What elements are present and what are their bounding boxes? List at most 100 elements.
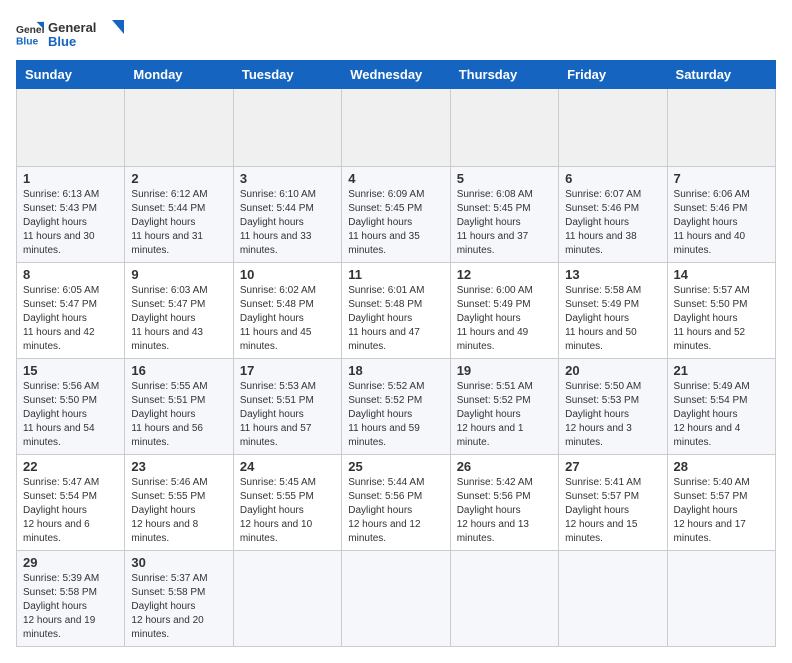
cell-content: Sunrise: 5:55 AM Sunset: 5:51 PM Dayligh… <box>131 380 226 450</box>
calendar-cell: 17 Sunrise: 5:53 AM Sunset: 5:51 PM Dayl… <box>233 359 341 455</box>
calendar-cell: 7 Sunrise: 6:06 AM Sunset: 5:46 PM Dayli… <box>667 167 775 263</box>
day-header-thursday: Thursday <box>450 61 558 89</box>
day-number: 20 <box>565 363 660 378</box>
week-row-1 <box>17 89 776 167</box>
day-number: 14 <box>674 267 769 282</box>
day-header-wednesday: Wednesday <box>342 61 450 89</box>
calendar-cell: 2 Sunrise: 6:12 AM Sunset: 5:44 PM Dayli… <box>125 167 233 263</box>
day-number: 7 <box>674 171 769 186</box>
cell-content: Sunrise: 6:13 AM Sunset: 5:43 PM Dayligh… <box>23 188 118 258</box>
calendar-cell <box>233 551 341 647</box>
cell-content: Sunrise: 5:44 AM Sunset: 5:56 PM Dayligh… <box>348 476 443 546</box>
calendar-cell: 8 Sunrise: 6:05 AM Sunset: 5:47 PM Dayli… <box>17 263 125 359</box>
calendar-cell: 19 Sunrise: 5:51 AM Sunset: 5:52 PM Dayl… <box>450 359 558 455</box>
calendar-cell: 9 Sunrise: 6:03 AM Sunset: 5:47 PM Dayli… <box>125 263 233 359</box>
day-number: 29 <box>23 555 118 570</box>
logo-icon: General Blue <box>16 20 44 48</box>
day-header-friday: Friday <box>559 61 667 89</box>
calendar-cell: 26 Sunrise: 5:42 AM Sunset: 5:56 PM Dayl… <box>450 455 558 551</box>
calendar-cell: 24 Sunrise: 5:45 AM Sunset: 5:55 PM Dayl… <box>233 455 341 551</box>
calendar-cell <box>450 551 558 647</box>
svg-text:Blue: Blue <box>16 36 39 47</box>
calendar-cell <box>125 89 233 167</box>
calendar-cell: 25 Sunrise: 5:44 AM Sunset: 5:56 PM Dayl… <box>342 455 450 551</box>
day-number: 10 <box>240 267 335 282</box>
calendar-cell: 1 Sunrise: 6:13 AM Sunset: 5:43 PM Dayli… <box>17 167 125 263</box>
day-number: 24 <box>240 459 335 474</box>
day-number: 30 <box>131 555 226 570</box>
day-number: 4 <box>348 171 443 186</box>
day-header-sunday: Sunday <box>17 61 125 89</box>
cell-content: Sunrise: 5:56 AM Sunset: 5:50 PM Dayligh… <box>23 380 118 450</box>
cell-content: Sunrise: 5:39 AM Sunset: 5:58 PM Dayligh… <box>23 572 118 642</box>
calendar-cell: 13 Sunrise: 5:58 AM Sunset: 5:49 PM Dayl… <box>559 263 667 359</box>
cell-content: Sunrise: 6:07 AM Sunset: 5:46 PM Dayligh… <box>565 188 660 258</box>
calendar-cell <box>559 89 667 167</box>
general-blue-logo: General Blue <box>48 16 128 52</box>
day-number: 23 <box>131 459 226 474</box>
day-number: 6 <box>565 171 660 186</box>
calendar-cell: 15 Sunrise: 5:56 AM Sunset: 5:50 PM Dayl… <box>17 359 125 455</box>
cell-content: Sunrise: 5:51 AM Sunset: 5:52 PM Dayligh… <box>457 380 552 450</box>
cell-content: Sunrise: 6:05 AM Sunset: 5:47 PM Dayligh… <box>23 284 118 354</box>
calendar-cell: 12 Sunrise: 6:00 AM Sunset: 5:49 PM Dayl… <box>450 263 558 359</box>
calendar-cell: 10 Sunrise: 6:02 AM Sunset: 5:48 PM Dayl… <box>233 263 341 359</box>
calendar-cell: 30 Sunrise: 5:37 AM Sunset: 5:58 PM Dayl… <box>125 551 233 647</box>
cell-content: Sunrise: 5:52 AM Sunset: 5:52 PM Dayligh… <box>348 380 443 450</box>
cell-content: Sunrise: 6:08 AM Sunset: 5:45 PM Dayligh… <box>457 188 552 258</box>
day-number: 15 <box>23 363 118 378</box>
cell-content: Sunrise: 5:46 AM Sunset: 5:55 PM Dayligh… <box>131 476 226 546</box>
calendar-cell: 23 Sunrise: 5:46 AM Sunset: 5:55 PM Dayl… <box>125 455 233 551</box>
calendar-cell: 29 Sunrise: 5:39 AM Sunset: 5:58 PM Dayl… <box>17 551 125 647</box>
cell-content: Sunrise: 5:42 AM Sunset: 5:56 PM Dayligh… <box>457 476 552 546</box>
calendar-cell <box>667 89 775 167</box>
cell-content: Sunrise: 5:47 AM Sunset: 5:54 PM Dayligh… <box>23 476 118 546</box>
cell-content: Sunrise: 5:40 AM Sunset: 5:57 PM Dayligh… <box>674 476 769 546</box>
day-number: 8 <box>23 267 118 282</box>
day-header-tuesday: Tuesday <box>233 61 341 89</box>
calendar-cell: 4 Sunrise: 6:09 AM Sunset: 5:45 PM Dayli… <box>342 167 450 263</box>
calendar-cell <box>667 551 775 647</box>
calendar-cell <box>342 89 450 167</box>
cell-content: Sunrise: 6:00 AM Sunset: 5:49 PM Dayligh… <box>457 284 552 354</box>
logo: General Blue General Blue <box>16 16 128 52</box>
calendar-cell <box>342 551 450 647</box>
day-number: 18 <box>348 363 443 378</box>
calendar-cell: 16 Sunrise: 5:55 AM Sunset: 5:51 PM Dayl… <box>125 359 233 455</box>
day-number: 16 <box>131 363 226 378</box>
calendar-cell <box>17 89 125 167</box>
calendar-cell: 11 Sunrise: 6:01 AM Sunset: 5:48 PM Dayl… <box>342 263 450 359</box>
cell-content: Sunrise: 5:45 AM Sunset: 5:55 PM Dayligh… <box>240 476 335 546</box>
calendar-cell <box>559 551 667 647</box>
calendar-cell: 6 Sunrise: 6:07 AM Sunset: 5:46 PM Dayli… <box>559 167 667 263</box>
cell-content: Sunrise: 5:53 AM Sunset: 5:51 PM Dayligh… <box>240 380 335 450</box>
page-header: General Blue General Blue <box>16 16 776 52</box>
day-number: 9 <box>131 267 226 282</box>
days-header-row: SundayMondayTuesdayWednesdayThursdayFrid… <box>17 61 776 89</box>
day-number: 28 <box>674 459 769 474</box>
day-number: 3 <box>240 171 335 186</box>
cell-content: Sunrise: 6:02 AM Sunset: 5:48 PM Dayligh… <box>240 284 335 354</box>
cell-content: Sunrise: 5:58 AM Sunset: 5:49 PM Dayligh… <box>565 284 660 354</box>
cell-content: Sunrise: 6:01 AM Sunset: 5:48 PM Dayligh… <box>348 284 443 354</box>
calendar-cell: 14 Sunrise: 5:57 AM Sunset: 5:50 PM Dayl… <box>667 263 775 359</box>
cell-content: Sunrise: 5:57 AM Sunset: 5:50 PM Dayligh… <box>674 284 769 354</box>
day-number: 13 <box>565 267 660 282</box>
week-row-6: 29 Sunrise: 5:39 AM Sunset: 5:58 PM Dayl… <box>17 551 776 647</box>
day-number: 17 <box>240 363 335 378</box>
day-header-saturday: Saturday <box>667 61 775 89</box>
day-number: 25 <box>348 459 443 474</box>
calendar-cell: 3 Sunrise: 6:10 AM Sunset: 5:44 PM Dayli… <box>233 167 341 263</box>
cell-content: Sunrise: 5:49 AM Sunset: 5:54 PM Dayligh… <box>674 380 769 450</box>
calendar-cell: 20 Sunrise: 5:50 AM Sunset: 5:53 PM Dayl… <box>559 359 667 455</box>
day-number: 27 <box>565 459 660 474</box>
cell-content: Sunrise: 6:12 AM Sunset: 5:44 PM Dayligh… <box>131 188 226 258</box>
week-row-4: 15 Sunrise: 5:56 AM Sunset: 5:50 PM Dayl… <box>17 359 776 455</box>
day-number: 26 <box>457 459 552 474</box>
week-row-3: 8 Sunrise: 6:05 AM Sunset: 5:47 PM Dayli… <box>17 263 776 359</box>
day-number: 12 <box>457 267 552 282</box>
cell-content: Sunrise: 5:50 AM Sunset: 5:53 PM Dayligh… <box>565 380 660 450</box>
cell-content: Sunrise: 6:10 AM Sunset: 5:44 PM Dayligh… <box>240 188 335 258</box>
day-number: 5 <box>457 171 552 186</box>
cell-content: Sunrise: 6:06 AM Sunset: 5:46 PM Dayligh… <box>674 188 769 258</box>
